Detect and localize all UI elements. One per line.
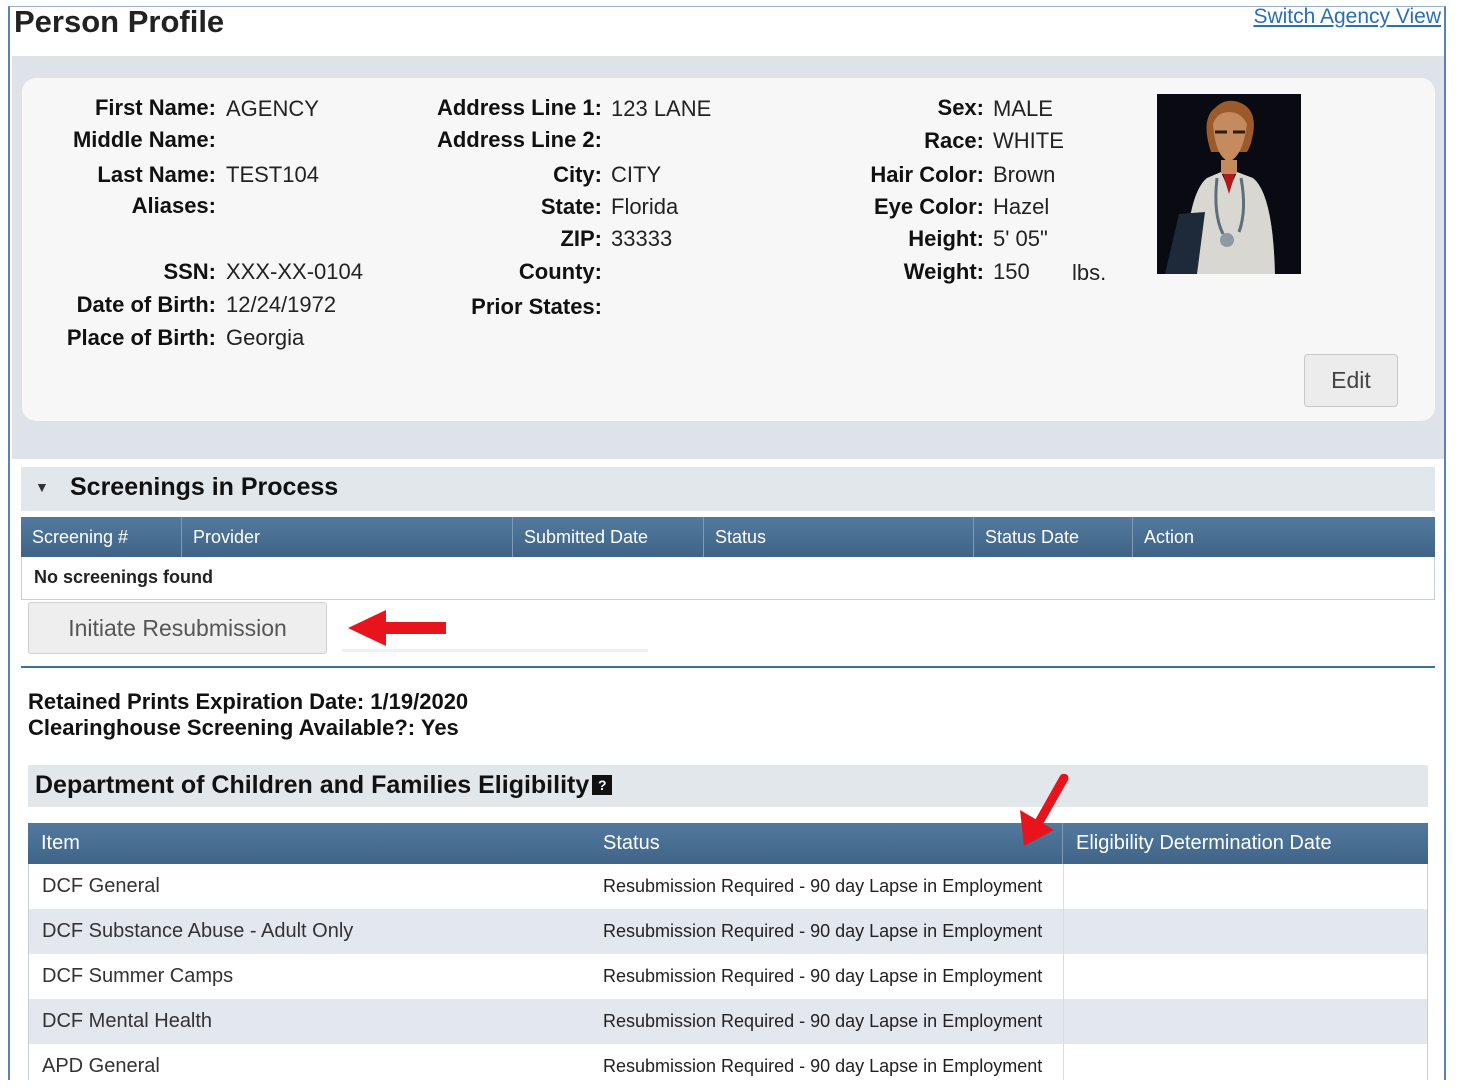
middle-name-label: Middle Name: [72, 127, 216, 152]
table-row: DCF General Resubmission Required - 90 d… [28, 864, 1428, 909]
table-row: DCF Mental Health Resubmission Required … [28, 999, 1428, 1044]
dcf-eligibility-header: Department of Children and Families Elig… [28, 765, 1428, 807]
sex-label: Sex: [937, 95, 984, 120]
sex-value: MALE [993, 96, 1053, 121]
eligibility-table-header: Item Status Eligibility Determination Da… [28, 823, 1428, 864]
address-line-1-label: Address Line 1: [436, 95, 602, 120]
state-value: Florida [611, 194, 679, 219]
eligibility-status: Resubmission Required - 90 day Lapse in … [603, 966, 1043, 986]
col-screening-number[interactable]: Screening # [21, 517, 182, 557]
screenings-table-header: Screening # Provider Submitted Date Stat… [21, 517, 1435, 557]
collapse-triangle-icon[interactable]: ▼ [35, 479, 49, 495]
state-label: State: [540, 194, 602, 219]
dob-value: 12/24/1972 [226, 292, 337, 317]
last-name-label: Last Name: [97, 162, 216, 187]
zip-value: 33333 [611, 226, 673, 251]
county-label: County: [518, 259, 602, 284]
initiate-resubmission-button[interactable]: Initiate Resubmission [28, 602, 327, 654]
col-status[interactable]: Status [704, 517, 974, 557]
eligibility-status: Resubmission Required - 90 day Lapse in … [603, 921, 1043, 941]
eligibility-item: DCF Substance Abuse - Adult Only [42, 920, 354, 942]
address-line-2-label: Address Line 2: [436, 127, 602, 152]
first-name-value: AGENCY [226, 96, 319, 121]
switch-agency-view-link[interactable]: Switch Agency View [1253, 5, 1441, 29]
zip-label: ZIP: [560, 226, 602, 251]
eligibility-status: Resubmission Required - 90 day Lapse in … [603, 876, 1043, 896]
col-submitted-date[interactable]: Submitted Date [513, 517, 704, 557]
edit-button[interactable]: Edit [1304, 354, 1398, 407]
last-name-value: TEST104 [226, 162, 319, 187]
col-item[interactable]: Item [28, 823, 590, 864]
city-label: City: [553, 162, 602, 187]
table-row: DCF Substance Abuse - Adult Only Resubmi… [28, 909, 1428, 954]
section-divider [21, 666, 1435, 668]
dcf-eligibility-title: Department of Children and Families Elig… [35, 771, 590, 799]
weight-label: Weight: [903, 259, 984, 284]
dob-label: Date of Birth: [76, 292, 216, 317]
col-action[interactable]: Action [1133, 517, 1435, 557]
weight-unit: lbs. [1072, 260, 1107, 285]
page-title: Person Profile [14, 4, 225, 39]
column-separator [1063, 864, 1064, 909]
col-status-date[interactable]: Status Date [974, 517, 1133, 557]
column-separator [1063, 1044, 1064, 1080]
height-label: Height: [908, 226, 984, 251]
eligibility-item: DCF Mental Health [42, 1010, 213, 1032]
table-row: APD General Resubmission Required - 90 d… [28, 1044, 1428, 1080]
eye-color-value: Hazel [993, 194, 1050, 219]
prior-states-label: Prior States: [471, 294, 602, 319]
eligibility-status: Resubmission Required - 90 day Lapse in … [603, 1056, 1043, 1076]
city-value: CITY [611, 162, 662, 187]
aliases-label: Aliases: [131, 193, 216, 218]
race-label: Race: [924, 128, 984, 153]
address-line-1-value: 123 LANE [611, 96, 712, 121]
screenings-section-header[interactable]: ▼ Screenings in Process [21, 467, 1435, 511]
weight-value: 150 [993, 259, 1030, 284]
eligibility-item: DCF Summer Camps [42, 965, 234, 987]
button-shadow-divider [342, 649, 648, 652]
place-of-birth-value: Georgia [226, 325, 305, 350]
eligibility-item: DCF General [42, 875, 160, 897]
ssn-label: SSN: [163, 259, 216, 284]
place-of-birth-label: Place of Birth: [66, 325, 216, 350]
column-separator [1063, 909, 1064, 954]
column-separator [1063, 954, 1064, 999]
no-screenings-message: No screenings found [21, 557, 1435, 600]
screenings-section-title: Screenings in Process [70, 473, 339, 501]
col-provider[interactable]: Provider [182, 517, 513, 557]
ssn-value: XXX-XX-0104 [226, 259, 363, 284]
eye-color-label: Eye Color: [873, 194, 984, 219]
hair-color-label: Hair Color: [870, 162, 984, 187]
annotation-arrow-left-icon [348, 610, 446, 646]
hair-color-value: Brown [993, 162, 1056, 187]
person-photo [1157, 94, 1301, 274]
height-value: 5' 05" [993, 226, 1048, 251]
help-icon[interactable]: ? [592, 775, 613, 795]
col-eligibility-determination-date[interactable]: Eligibility Determination Date [1063, 823, 1428, 864]
table-row: DCF Summer Camps Resubmission Required -… [28, 954, 1428, 999]
clearinghouse-availability: Clearinghouse Screening Available?: Yes [28, 715, 459, 740]
eligibility-status: Resubmission Required - 90 day Lapse in … [603, 1011, 1043, 1031]
col-eligibility-status[interactable]: Status [590, 823, 1063, 864]
column-separator [1063, 999, 1064, 1044]
annotation-arrow-diagonal-icon [1020, 774, 1069, 846]
retained-prints-expiration: Retained Prints Expiration Date: 1/19/20… [28, 689, 469, 714]
race-value: WHITE [993, 128, 1064, 153]
eligibility-item: APD General [42, 1055, 160, 1077]
first-name-label: First Name: [94, 95, 216, 120]
